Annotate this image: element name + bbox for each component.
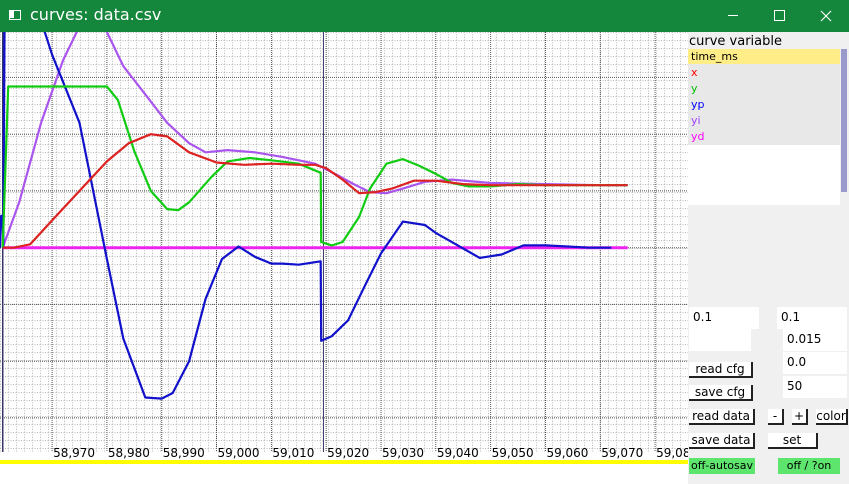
field-param-b[interactable]: 0.1: [777, 307, 847, 329]
curve-item-yp[interactable]: yp: [691, 97, 705, 112]
x-tick-label: 59,080: [656, 446, 688, 460]
list-header: curve variable: [689, 34, 782, 49]
curve-plot[interactable]: 58,970 58,980 58,990 59,000 59,010 59,020 59,0…: [0, 32, 688, 484]
read-cfg-button[interactable]: read cfg: [689, 362, 753, 378]
curve-item-time-ms[interactable]: time_ms: [691, 49, 738, 64]
field-blank[interactable]: [689, 329, 751, 351]
curve-item-x[interactable]: x: [691, 65, 698, 80]
maximize-button[interactable]: [756, 0, 802, 32]
x-tick-label: 58,980: [108, 446, 150, 460]
x-tick-label: 58,970: [53, 446, 95, 460]
read-data-button[interactable]: read data: [689, 409, 755, 425]
save-cfg-button[interactable]: save cfg: [689, 385, 753, 401]
autosave-toggle[interactable]: off-autosav: [689, 458, 755, 474]
curve-item-yi[interactable]: yi: [691, 113, 701, 128]
off-on-toggle[interactable]: off / ?on: [778, 458, 840, 474]
curve-list[interactable]: time_ms x y yp yi yd: [688, 49, 840, 205]
x-tick-label: 59,000: [218, 446, 260, 460]
minus-button[interactable]: -: [768, 409, 784, 425]
x-tick-label: 59,070: [601, 446, 643, 460]
curve-item-yd[interactable]: yd: [691, 129, 705, 144]
x-tick-label: 59,050: [492, 446, 534, 460]
color-button[interactable]: color: [816, 409, 848, 425]
title-bar: curves: data.csv: [0, 0, 849, 32]
list-scrollbar[interactable]: [840, 49, 849, 205]
set-button[interactable]: set: [768, 433, 818, 449]
minimize-button[interactable]: [710, 0, 756, 32]
field-param-a[interactable]: 0.1: [689, 307, 759, 329]
save-data-button[interactable]: save data: [689, 433, 755, 449]
field-param-e[interactable]: 50: [783, 376, 847, 398]
control-panel: curve variable time_ms x y yp yi yd 0.1 …: [688, 32, 849, 484]
field-param-d[interactable]: 0.0: [783, 352, 847, 374]
curve-item-y[interactable]: y: [691, 81, 698, 96]
x-tick-label: 59,010: [272, 446, 314, 460]
x-tick-label: 59,020: [327, 446, 369, 460]
field-param-c[interactable]: 0.015: [783, 329, 847, 351]
close-button[interactable]: [803, 0, 849, 32]
time-scroll-bar[interactable]: [0, 460, 688, 464]
x-tick-label: 59,040: [437, 446, 479, 460]
x-tick-label: 59,060: [546, 446, 588, 460]
app-window-icon: [9, 10, 21, 20]
close-icon: [820, 10, 832, 22]
x-tick-label: 58,990: [163, 446, 205, 460]
plus-button[interactable]: +: [792, 409, 808, 425]
list-scroll-thumb[interactable]: [841, 49, 847, 192]
x-tick-label: 59,030: [382, 446, 424, 460]
window-title: curves: data.csv: [30, 5, 162, 24]
